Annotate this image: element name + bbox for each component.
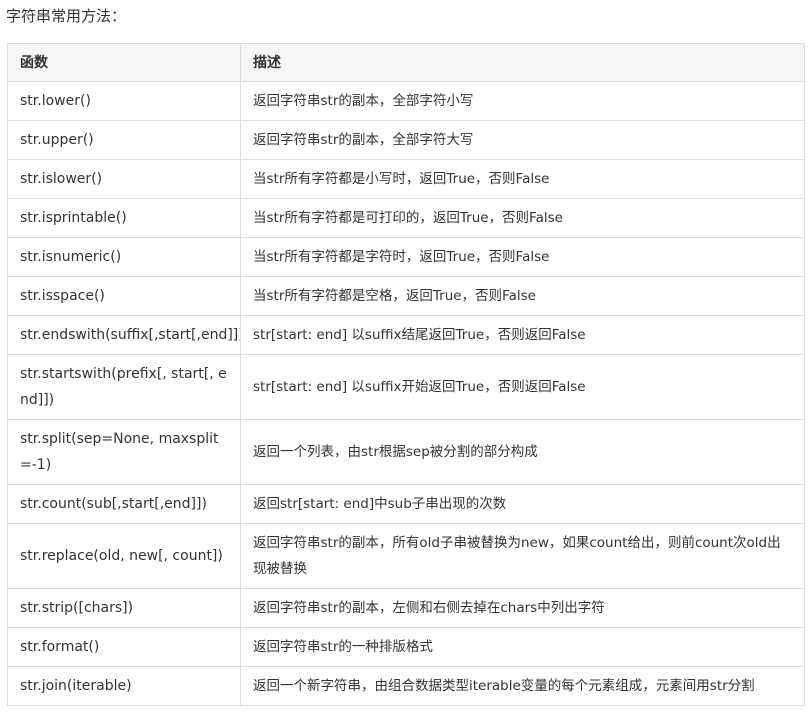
function-cell: str.upper() (7, 120, 241, 160)
description-cell: 返回字符串str的副本，全部字符小写 (240, 81, 805, 121)
table-row: str.startswith(prefix[, start[, end]]) s… (7, 354, 805, 420)
string-methods-table: 函数 描述 str.lower() 返回字符串str的副本，全部字符小写 str… (7, 43, 805, 706)
description-cell: 返回字符串str的副本，全部字符大写 (240, 120, 805, 160)
function-cell: str.startswith(prefix[, start[, end]]) (7, 354, 241, 420)
table-row: str.upper() 返回字符串str的副本，全部字符大写 (7, 120, 805, 160)
function-cell: str.strip([chars]) (7, 588, 241, 628)
table-row: str.split(sep=None, maxsplit=-1) 返回一个列表，… (7, 419, 805, 485)
function-cell: str.count(sub[,start[,end]]) (7, 484, 241, 524)
function-cell: str.isspace() (7, 276, 241, 316)
table-row: str.strip([chars]) 返回字符串str的副本，左侧和右侧去掉在c… (7, 588, 805, 628)
description-cell: 返回字符串str的副本，左侧和右侧去掉在chars中列出字符 (240, 588, 805, 628)
function-cell: str.lower() (7, 81, 241, 121)
table-row: str.lower() 返回字符串str的副本，全部字符小写 (7, 81, 805, 121)
function-cell: str.split(sep=None, maxsplit=-1) (7, 419, 241, 485)
function-cell: str.join(iterable) (7, 666, 241, 706)
description-cell: str[start: end] 以suffix结尾返回True，否则返回Fals… (240, 315, 805, 355)
table-row: str.count(sub[,start[,end]]) 返回str[start… (7, 484, 805, 524)
description-cell: 返回字符串str的一种排版格式 (240, 627, 805, 667)
function-cell: str.isprintable() (7, 198, 241, 238)
description-cell: 当str所有字符都是空格，返回True，否则False (240, 276, 805, 316)
table-header-row: 函数 描述 (7, 43, 805, 82)
table-row: str.isnumeric() 当str所有字符都是字符时，返回True，否则F… (7, 237, 805, 277)
description-cell: 返回字符串str的副本，所有old子串被替换为new，如果count给出，则前c… (240, 523, 805, 589)
description-cell: str[start: end] 以suffix开始返回True，否则返回Fals… (240, 354, 805, 420)
function-cell: str.replace(old, new[, count]) (7, 523, 241, 589)
description-cell: 当str所有字符都是字符时，返回True，否则False (240, 237, 805, 277)
description-cell: 当str所有字符都是可打印的，返回True，否则False (240, 198, 805, 238)
table-row: str.format() 返回字符串str的一种排版格式 (7, 627, 805, 667)
table-row: str.replace(old, new[, count]) 返回字符串str的… (7, 523, 805, 589)
description-cell: 当str所有字符都是小写时，返回True，否则False (240, 159, 805, 199)
table-row: str.isprintable() 当str所有字符都是可打印的，返回True，… (7, 198, 805, 238)
section-heading: 字符串常用方法： (6, 7, 127, 25)
description-cell: 返回一个新字符串，由组合数据类型iterable变量的每个元素组成，元素间用st… (240, 666, 805, 706)
table-row: str.isspace() 当str所有字符都是空格，返回True，否则Fals… (7, 276, 805, 316)
function-cell: str.endswith(suffix[,start[,end]]) (7, 315, 241, 355)
header-function: 函数 (7, 43, 241, 82)
table-row: str.join(iterable) 返回一个新字符串，由组合数据类型itera… (7, 666, 805, 706)
header-description: 描述 (240, 43, 805, 82)
function-cell: str.islower() (7, 159, 241, 199)
function-cell: str.isnumeric() (7, 237, 241, 277)
table-row: str.islower() 当str所有字符都是小写时，返回True，否则Fal… (7, 159, 805, 199)
table-row: str.endswith(suffix[,start[,end]]) str[s… (7, 315, 805, 355)
description-cell: 返回str[start: end]中sub子串出现的次数 (240, 484, 805, 524)
description-cell: 返回一个列表，由str根据sep被分割的部分构成 (240, 419, 805, 485)
function-cell: str.format() (7, 627, 241, 667)
